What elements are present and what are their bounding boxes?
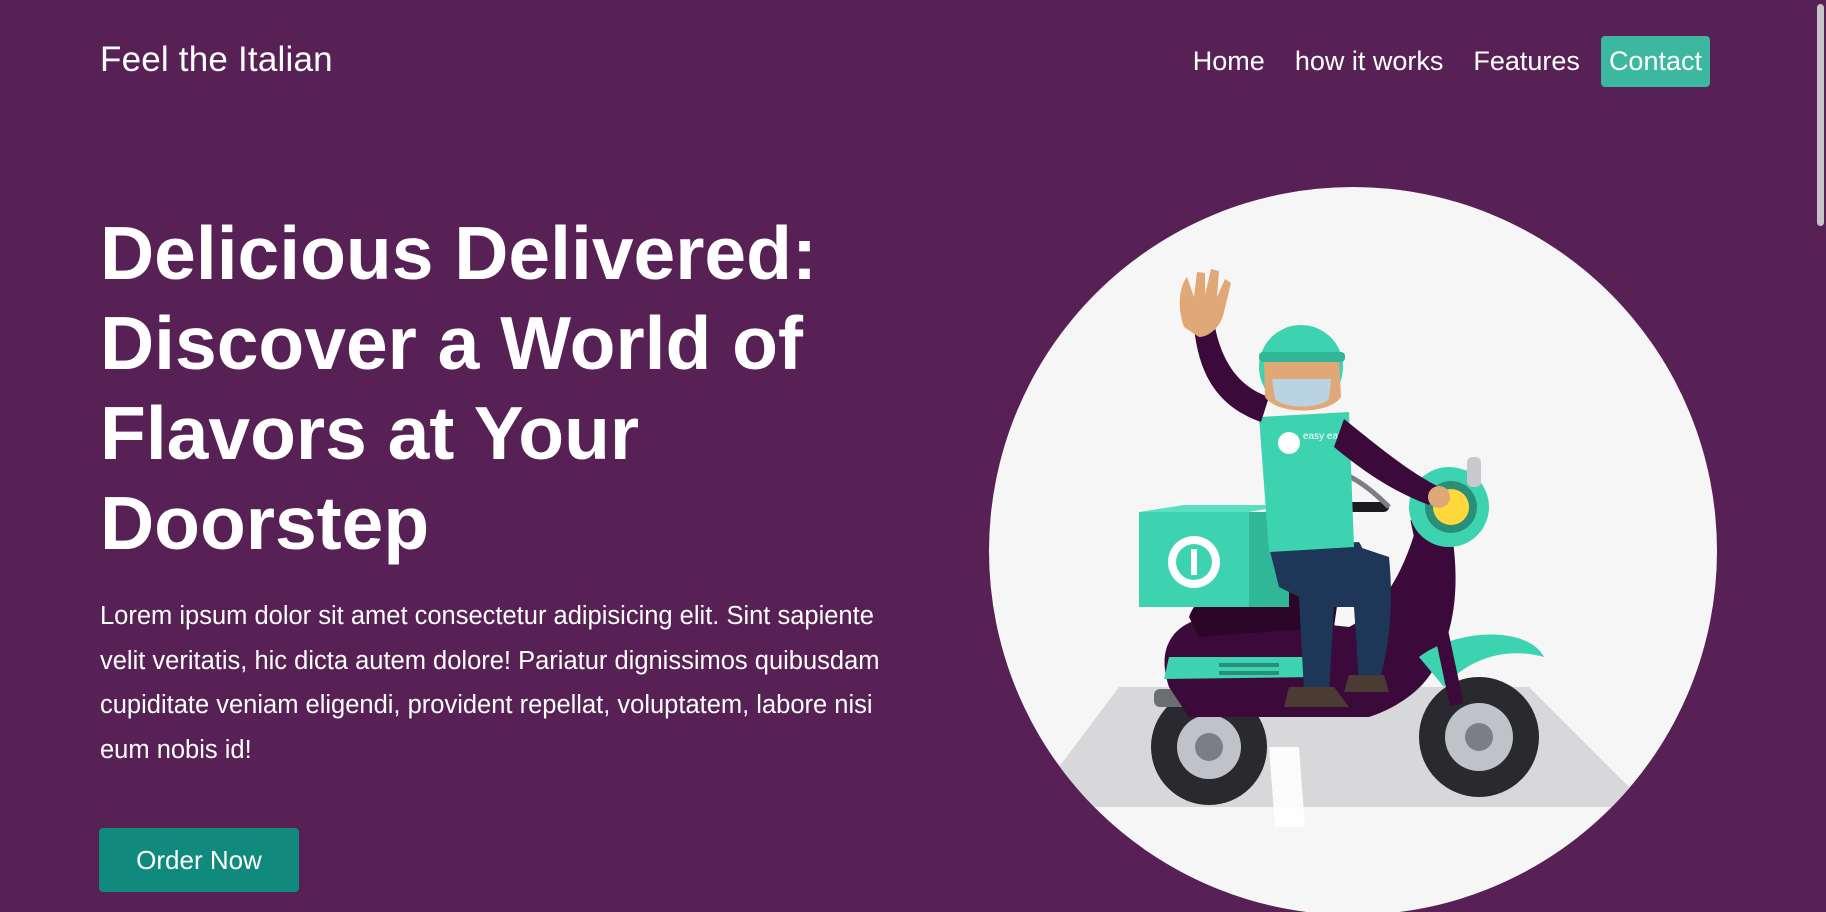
nav-link-features[interactable]: Features [1458,38,1595,85]
delivery-box [1139,505,1289,607]
hero-description: Lorem ipsum dolor sit amet consectetur a… [100,602,880,764]
scrollbar-thumb[interactable] [1817,4,1824,226]
page-scrollbar[interactable] [1814,0,1826,912]
front-wheel-icon [1419,677,1539,797]
waving-hand [1179,269,1231,337]
nav-link-how-it-works[interactable]: how it works [1280,38,1459,85]
nav-link-contact[interactable]: Contact [1600,36,1710,87]
order-now-button[interactable]: Order Now [99,828,299,892]
main-nav: Home how it works Features Contact [1178,36,1710,87]
brand-logo[interactable]: Feel the Italian [100,40,333,80]
landing-page: Feel the Italian Home how it works Featu… [0,0,1826,912]
shirt-badge-text: easy eat [1303,431,1341,442]
hero-title: Delicious Delivered: Discover a World of… [100,211,817,565]
delivery-illustration: easy eat [989,187,1717,912]
nav-link-home[interactable]: Home [1178,38,1280,85]
delivery-rider-scooter-image: easy eat [1029,269,1649,827]
face-mask [1272,379,1331,407]
